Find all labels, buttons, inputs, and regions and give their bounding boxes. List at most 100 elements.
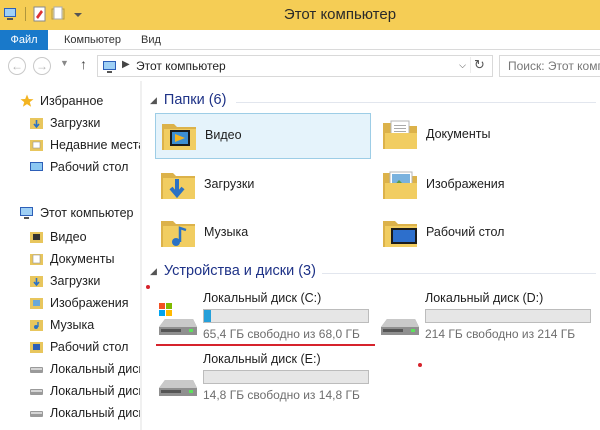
sidebar-item-music[interactable]: Музыка (30, 315, 94, 335)
sidebar-item-label: Этот компьютер (40, 206, 134, 220)
music-folder-icon (30, 320, 43, 331)
sidebar-item-pictures[interactable]: Изображения (30, 293, 129, 313)
system-drive-icon (159, 303, 197, 335)
chevron-right-icon[interactable]: ▶ (122, 59, 130, 70)
up-button[interactable]: ↑ (80, 56, 87, 72)
red-dot-annotation (146, 285, 150, 289)
folders-group-header[interactable]: ◢ Папки (6) (150, 92, 226, 108)
sidebar-item-downloads-pc[interactable]: Загрузки (30, 271, 100, 291)
navigation-bar: ← → ▼ ↑ ▶ Этот компьютер ⌵ ↻ Поиск: Этот… (0, 51, 600, 81)
collapse-chevron-icon[interactable]: ◢ (150, 266, 157, 277)
computer-icon (102, 59, 118, 78)
folder-desktop[interactable]: Рабочий стол (377, 211, 593, 257)
drive-d[interactable]: Локальный диск (D:) 214 ГБ свободно из 2… (379, 291, 600, 347)
sidebar-item-label: Избранное (40, 94, 104, 108)
sidebar-item-label: Локальный диск (E:) (50, 406, 140, 420)
drives-group-header[interactable]: ◢ Устройства и диски (3) (150, 263, 316, 279)
sidebar-item-drive-e[interactable]: Локальный диск (E:) (30, 403, 140, 423)
drive-usage-bar (203, 309, 369, 323)
folder-video[interactable]: Видео (155, 113, 371, 159)
drive-label: Локальный диск (E:) (203, 352, 321, 366)
collapse-chevron-icon[interactable]: ◢ (150, 95, 157, 106)
sidebar-item-drive-d[interactable]: Локальный диск (D:) (30, 381, 140, 401)
back-button[interactable]: ← (8, 57, 26, 75)
folder-label: Музыка (204, 225, 249, 239)
downloads-folder-icon (30, 276, 43, 287)
drive-icon (30, 367, 43, 373)
window-title: Этот компьютер (283, 6, 397, 23)
desktop-icon (30, 162, 43, 171)
tab-computer[interactable]: Компьютер (54, 30, 131, 50)
video-folder-icon (30, 232, 43, 243)
sidebar-item-label: Документы (50, 252, 115, 266)
group-title: Папки (6) (163, 92, 227, 108)
sidebar-item-video[interactable]: Видео (30, 227, 87, 247)
sidebar-item-label: Загрузки (50, 116, 101, 130)
sidebar-item-recent[interactable]: Недавние места (30, 135, 140, 155)
forward-button[interactable]: → (33, 57, 51, 75)
sidebar-item-label: Локальный диск (C:) (50, 362, 140, 376)
folder-label: Видео (205, 128, 242, 142)
red-underline-annotation (156, 344, 375, 346)
desktop-folder-icon (30, 342, 43, 353)
pane-divider[interactable] (140, 81, 142, 430)
drive-usage-fill (204, 310, 211, 322)
sidebar-item-desktop[interactable]: Рабочий стол (30, 157, 128, 177)
navigation-pane: Избранное Загрузки Недавние места Рабочи… (0, 81, 140, 430)
pictures-folder-icon (383, 171, 417, 199)
music-folder-icon (161, 221, 195, 247)
sidebar-item-downloads[interactable]: Загрузки (30, 113, 100, 133)
group-title: Устройства и диски (3) (163, 263, 316, 279)
search-input[interactable]: Поиск: Этот компьютер (499, 55, 600, 77)
tab-file[interactable]: Файл (0, 30, 48, 50)
folder-downloads[interactable]: Загрузки (155, 163, 371, 209)
drive-label: Локальный диск (C:) (203, 291, 322, 305)
sidebar-item-label: Рабочий стол (50, 160, 129, 174)
downloads-folder-icon (161, 173, 195, 199)
breadcrumb-this-pc[interactable]: Этот компьютер (136, 59, 226, 73)
documents-folder-icon (383, 120, 417, 149)
folder-pictures[interactable]: Изображения (377, 163, 593, 209)
sidebar-favorites[interactable]: Избранное (20, 91, 103, 111)
desktop-folder-icon (383, 221, 417, 247)
folder-label: Изображения (426, 177, 505, 191)
computer-icon (20, 207, 33, 219)
tab-view[interactable]: Вид (131, 30, 171, 50)
drive-icon (30, 389, 43, 395)
title-bar: Этот компьютер (0, 0, 600, 30)
sidebar-this-pc[interactable]: Этот компьютер (20, 203, 133, 223)
sidebar-item-label: Локальный диск (D:) (50, 384, 140, 398)
drive-icon (159, 380, 197, 396)
drive-free-space: 14,8 ГБ свободно из 14,8 ГБ (203, 388, 360, 402)
folder-label: Документы (426, 127, 491, 141)
folder-label: Рабочий стол (426, 225, 505, 239)
group-separator (322, 273, 596, 274)
recent-places-icon (30, 140, 43, 151)
red-dot-annotation (418, 363, 422, 367)
drive-icon (381, 319, 419, 335)
address-dropdown-icon[interactable]: ⌵ (459, 60, 466, 71)
refresh-icon[interactable]: ↻ (470, 57, 488, 73)
downloads-folder-icon (30, 118, 43, 129)
folder-music[interactable]: Музыка (155, 211, 371, 257)
sidebar-item-documents[interactable]: Документы (30, 249, 114, 269)
drive-e[interactable]: Локальный диск (E:) 14,8 ГБ свободно из … (157, 352, 379, 408)
pictures-folder-icon (30, 298, 43, 309)
sidebar-item-label: Видео (50, 230, 87, 244)
video-folder-icon (162, 124, 196, 150)
drive-icon (30, 411, 43, 417)
drive-usage-bar (425, 309, 591, 323)
sidebar-item-desktop-pc[interactable]: Рабочий стол (30, 337, 128, 357)
group-separator (236, 102, 596, 103)
folder-label: Загрузки (204, 177, 255, 191)
sidebar-item-label: Загрузки (50, 274, 101, 288)
drive-c[interactable]: Локальный диск (C:) 65,4 ГБ свободно из … (157, 291, 379, 347)
drive-free-space: 214 ГБ свободно из 214 ГБ (425, 327, 576, 341)
folder-documents[interactable]: Документы (377, 113, 593, 159)
sidebar-item-drive-c[interactable]: Локальный диск (C:) (30, 359, 140, 379)
sidebar-item-label: Изображения (50, 296, 129, 310)
address-bar[interactable]: ▶ Этот компьютер ⌵ ↻ (97, 55, 493, 77)
recent-locations-dropdown[interactable]: ▼ (60, 58, 69, 68)
drive-usage-bar (203, 370, 369, 384)
ribbon-tabs: Файл Компьютер Вид (0, 30, 600, 50)
